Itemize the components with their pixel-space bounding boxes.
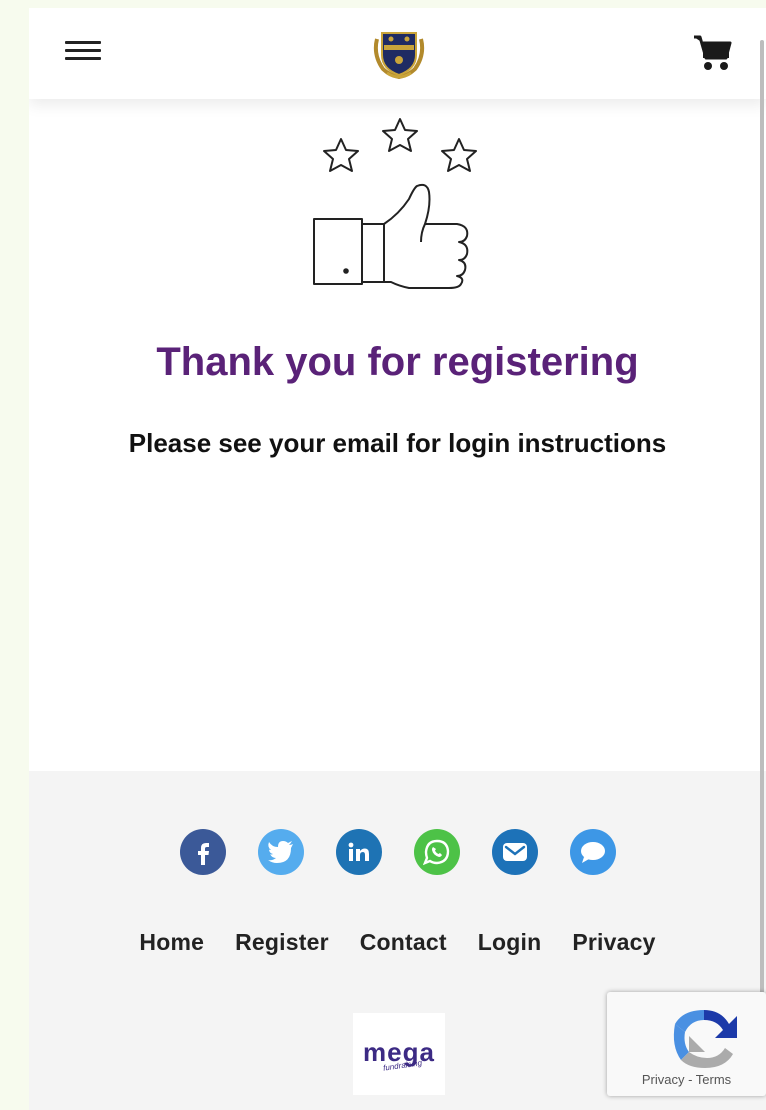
linkedin-icon[interactable] [335, 829, 382, 875]
recaptcha-links: Privacy - Terms [607, 1072, 766, 1087]
page: Thank you for registering Please see you… [29, 8, 766, 1110]
recaptcha-badge[interactable]: Privacy - Terms [607, 992, 766, 1096]
cart-button[interactable] [692, 34, 732, 72]
footer-link-home[interactable]: Home [139, 929, 204, 956]
page-title: Thank you for registering [156, 340, 639, 384]
footer-link-login[interactable]: Login [478, 929, 542, 956]
recaptcha-privacy-link[interactable]: Privacy [642, 1072, 685, 1087]
recaptcha-separator: - [684, 1072, 696, 1087]
social-links [29, 829, 766, 875]
scrollbar[interactable] [760, 40, 764, 1060]
twitter-icon[interactable] [257, 829, 304, 875]
recaptcha-terms-link[interactable]: Terms [696, 1072, 731, 1087]
footer-link-contact[interactable]: Contact [360, 929, 447, 956]
footer-link-register[interactable]: Register [235, 929, 329, 956]
hamburger-icon-line [65, 57, 101, 60]
mega-fundraising-logo[interactable]: mega fundraising [353, 1013, 445, 1095]
menu-button[interactable] [65, 41, 101, 65]
school-crest-icon[interactable] [369, 25, 429, 81]
recaptcha-icon [667, 1002, 741, 1068]
site-header [29, 8, 766, 99]
footer-nav: Home Register Contact Login Privacy [29, 929, 766, 956]
thumbs-up-stars-icon [309, 114, 489, 294]
hamburger-icon-line [65, 49, 101, 52]
page-subtitle: Please see your email for login instruct… [128, 428, 667, 458]
hamburger-icon [65, 41, 101, 44]
shopping-cart-icon [694, 35, 732, 70]
email-icon[interactable] [491, 829, 538, 875]
chat-icon[interactable] [569, 829, 616, 875]
footer-link-privacy[interactable]: Privacy [572, 929, 655, 956]
facebook-icon[interactable] [179, 829, 226, 875]
whatsapp-icon[interactable] [413, 829, 460, 875]
